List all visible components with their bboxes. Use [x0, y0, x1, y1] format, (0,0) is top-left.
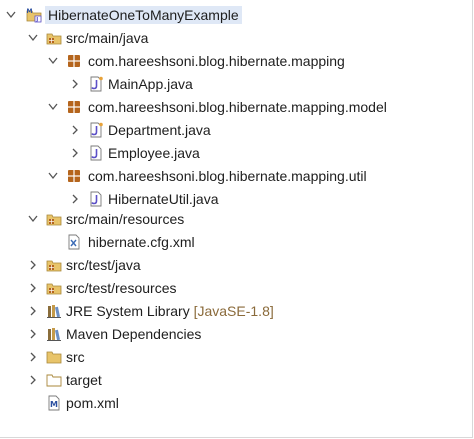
tree-item-label: src/main/java — [66, 30, 149, 46]
maven-pom-icon: M — [46, 395, 62, 411]
tree-item-project-root[interactable]: M J HibernateOneToManyExample — [0, 4, 470, 26]
jre-library-name: JRE System Library — [66, 303, 190, 319]
tree-item-package-mapping[interactable]: com.hareeshsoni.blog.hibernate.mapping — [0, 50, 470, 72]
folder-icon — [46, 372, 62, 388]
tree-item-hibernateutil[interactable]: HibernateUtil.java — [0, 188, 470, 210]
chevron-right-icon[interactable] — [28, 328, 38, 340]
tree-item-label: hibernate.cfg.xml — [88, 234, 195, 250]
chevron-right-icon[interactable] — [28, 374, 38, 386]
library-icon — [46, 303, 62, 319]
tree-item-label: com.hareeshsoni.blog.hibernate.mapping — [88, 53, 345, 69]
tree-item-label: com.hareeshsoni.blog.hibernate.mapping.u… — [88, 168, 367, 184]
source-folder-icon — [46, 30, 62, 46]
tree-item-department[interactable]: Department.java — [0, 119, 470, 141]
chevron-right-icon[interactable] — [70, 124, 80, 136]
source-folder-icon — [46, 211, 62, 227]
tree-item-label: com.hareeshsoni.blog.hibernate.mapping.m… — [88, 99, 387, 115]
tree-item-maven-dependencies[interactable]: Maven Dependencies — [0, 323, 470, 345]
tree-item-src-test-resources[interactable]: src/test/resources — [0, 277, 470, 299]
tree-item-src-test-java[interactable]: src/test/java — [0, 254, 470, 276]
tree-item-label: MainApp.java — [108, 76, 193, 92]
tree-item-label: src/test/resources — [66, 280, 177, 296]
source-folder-icon — [46, 280, 62, 296]
source-folder-icon — [46, 257, 62, 273]
chevron-down-icon[interactable] — [28, 213, 38, 225]
tree-item-label: JRE System Library [JavaSE-1.8] — [66, 302, 274, 320]
svg-text:J: J — [35, 17, 38, 23]
tree-item-label: Maven Dependencies — [66, 326, 202, 342]
project-name: HibernateOneToManyExample — [45, 6, 242, 24]
tree-item-jre-library[interactable]: JRE System Library [JavaSE-1.8] — [0, 300, 470, 322]
package-explorer-tree: M J HibernateOneToManyExample src/main/j… — [0, 0, 473, 438]
tree-item-mainapp[interactable]: MainApp.java — [0, 73, 470, 95]
tree-item-pom[interactable]: M pom.xml — [0, 392, 470, 414]
jre-version-decoration: [JavaSE-1.8] — [193, 303, 274, 319]
package-icon — [66, 168, 82, 184]
tree-item-label: src/main/resources — [66, 211, 185, 227]
package-icon — [66, 53, 82, 69]
java-file-icon — [88, 191, 104, 207]
java-file-icon — [88, 145, 104, 161]
tree-item-target[interactable]: target — [0, 369, 470, 391]
java-file-icon — [88, 122, 104, 138]
tree-item-src[interactable]: src — [0, 346, 470, 368]
tree-item-package-util[interactable]: com.hareeshsoni.blog.hibernate.mapping.u… — [0, 165, 470, 187]
tree-item-label: Department.java — [108, 122, 211, 138]
tree-item-src-main-java[interactable]: src/main/java — [0, 27, 470, 49]
library-icon — [46, 326, 62, 342]
tree-item-label: Employee.java — [108, 145, 200, 161]
chevron-down-icon[interactable] — [6, 9, 16, 21]
tree-item-label: pom.xml — [66, 395, 119, 411]
folder-icon — [46, 349, 62, 365]
chevron-right-icon[interactable] — [28, 282, 38, 294]
xml-file-icon — [66, 234, 82, 250]
chevron-right-icon[interactable] — [70, 78, 80, 90]
chevron-right-icon[interactable] — [28, 305, 38, 317]
chevron-down-icon[interactable] — [48, 170, 58, 182]
chevron-down-icon[interactable] — [48, 55, 58, 67]
tree-item-label: target — [66, 372, 102, 388]
chevron-right-icon[interactable] — [28, 351, 38, 363]
tree-item-src-main-resources[interactable]: src/main/resources — [0, 208, 470, 230]
maven-project-icon: M J — [26, 7, 42, 23]
tree-item-label: src — [66, 349, 85, 365]
chevron-right-icon[interactable] — [70, 147, 80, 159]
tree-item-hibernate-cfg[interactable]: hibernate.cfg.xml — [0, 231, 470, 253]
svg-text:M: M — [50, 400, 58, 409]
chevron-down-icon[interactable] — [28, 32, 38, 44]
chevron-down-icon[interactable] — [48, 101, 58, 113]
tree-item-package-model[interactable]: com.hareeshsoni.blog.hibernate.mapping.m… — [0, 96, 470, 118]
package-icon — [66, 99, 82, 115]
svg-text:M: M — [27, 8, 33, 15]
tree-item-label: HibernateUtil.java — [108, 191, 219, 207]
tree-item-label: src/test/java — [66, 257, 141, 273]
java-file-icon — [88, 76, 104, 92]
chevron-right-icon[interactable] — [28, 259, 38, 271]
chevron-right-icon[interactable] — [70, 193, 80, 205]
tree-item-employee[interactable]: Employee.java — [0, 142, 470, 164]
